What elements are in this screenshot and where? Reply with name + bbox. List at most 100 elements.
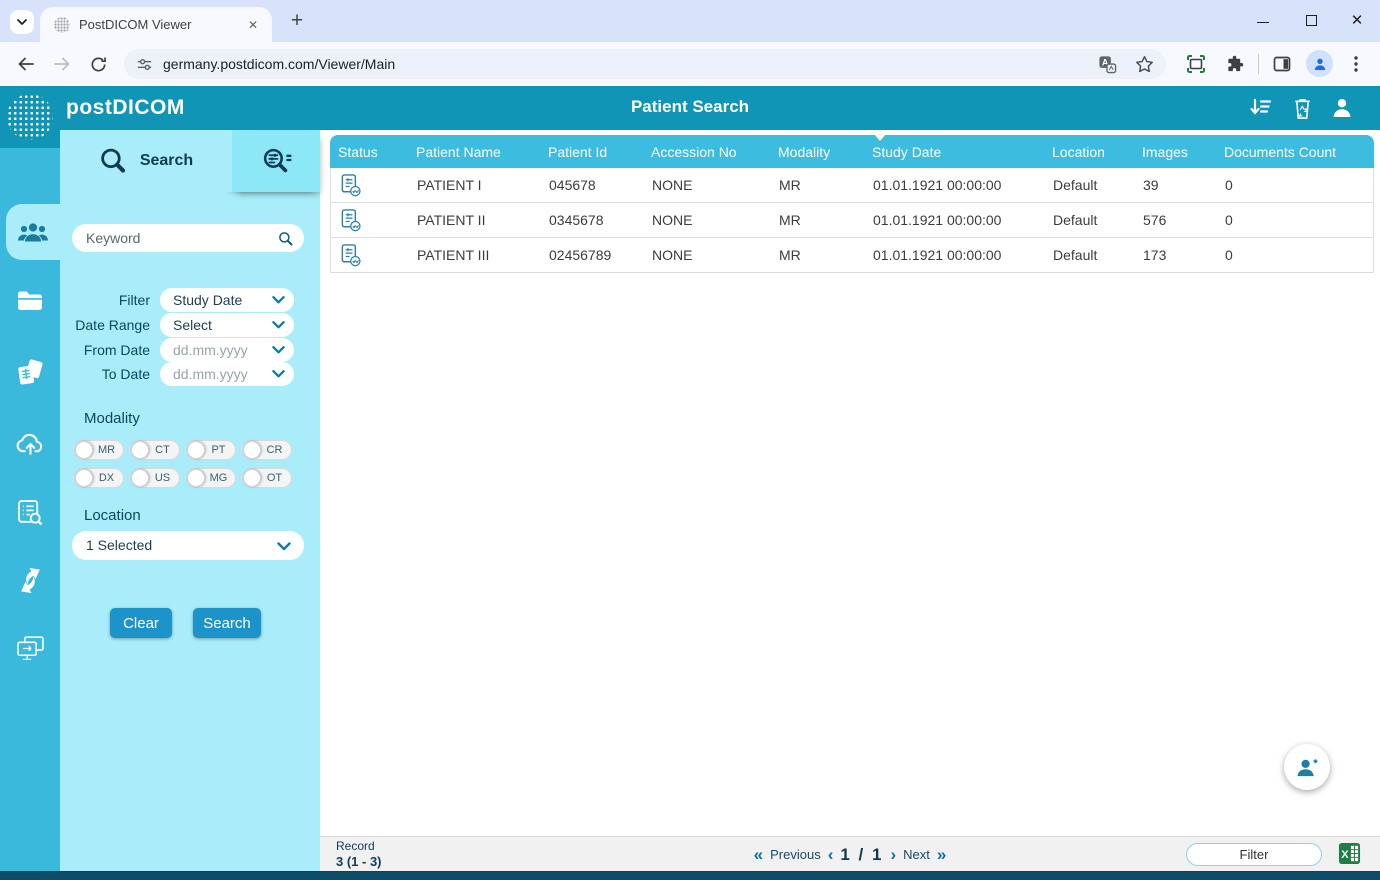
to-date-label: To Date — [72, 366, 160, 382]
modality-label: Modality — [84, 410, 140, 427]
filter-button[interactable]: Filter — [1186, 843, 1322, 866]
sidebar-item-sync[interactable] — [0, 552, 60, 608]
add-patient-fab[interactable] — [1284, 744, 1330, 790]
sort-descending-icon — [874, 134, 886, 141]
screenshot-extension-icon[interactable] — [1184, 52, 1208, 76]
col-documents-count[interactable]: Documents Count — [1216, 135, 1374, 168]
date-range-row: Date Range Select — [72, 313, 304, 337]
new-tab-button[interactable]: + — [284, 9, 310, 35]
keyword-field-wrap — [72, 224, 304, 252]
col-modality[interactable]: Modality — [770, 135, 864, 168]
col-patient-id[interactable]: Patient Id — [540, 135, 643, 168]
sidebar-item-upload[interactable] — [0, 415, 60, 471]
translate-icon[interactable]: A — [1098, 55, 1117, 74]
chevron-down-icon — [277, 542, 291, 551]
browser-menu-kebab-icon[interactable] — [1344, 52, 1368, 76]
toggle-knob — [187, 469, 205, 487]
col-patient-name[interactable]: Patient Name — [408, 135, 540, 168]
export-excel-icon[interactable]: X — [1338, 842, 1361, 865]
from-date-label: From Date — [72, 342, 160, 358]
side-panel-icon[interactable] — [1270, 52, 1294, 76]
modality-toggle-ot[interactable]: OT — [242, 468, 292, 488]
clear-button[interactable]: Clear — [110, 608, 172, 638]
table-row[interactable]: PATIENT II 0345678 NONE MR 01.01.1921 00… — [330, 203, 1374, 238]
to-date-select[interactable]: dd.mm.yyyy — [160, 362, 294, 386]
next-page-link[interactable]: Next — [903, 847, 930, 862]
previous-page-link[interactable]: Previous — [770, 847, 821, 862]
sidebar-item-order-list[interactable] — [0, 484, 60, 540]
tab-search[interactable]: Search — [60, 130, 232, 192]
filter-label: Filter — [72, 292, 160, 308]
toggle-knob — [131, 469, 149, 487]
results-footer: « Previous ‹ 1 / 1 › Next » Record 3 (1 … — [320, 836, 1380, 871]
sidebar-item-patient-cards[interactable] — [0, 344, 60, 400]
tab-close-icon[interactable]: ✕ — [244, 16, 262, 34]
col-status[interactable]: Status — [330, 135, 408, 168]
bookmark-star-icon[interactable] — [1135, 55, 1154, 74]
next-page-icon[interactable]: › — [890, 845, 896, 865]
table-row[interactable]: PATIENT III 02456789 NONE MR 01.01.1921 … — [330, 238, 1374, 273]
window-maximize-button[interactable] — [1296, 8, 1326, 34]
bottom-strip — [0, 871, 1380, 880]
location-select[interactable]: 1 Selected — [72, 531, 304, 560]
modality-toggle-ct[interactable]: CT — [130, 440, 180, 460]
modality-toggle-pt[interactable]: PT — [186, 440, 236, 460]
keyword-search-icon[interactable] — [278, 231, 293, 246]
record-count: Record 3 (1 - 3) — [336, 839, 382, 869]
tab-search-button[interactable] — [10, 10, 34, 34]
date-range-label: Date Range — [72, 317, 160, 333]
modality-toggle-us[interactable]: US — [130, 468, 180, 488]
reload-button[interactable] — [86, 52, 110, 76]
svg-text:X: X — [1341, 849, 1349, 861]
table-row[interactable]: PATIENT I 045678 NONE MR 01.01.1921 00:0… — [330, 168, 1374, 203]
cloud-upload-icon — [15, 431, 46, 456]
folder-icon — [16, 289, 44, 312]
chevron-down-icon — [272, 370, 285, 378]
page-title: Patient Search — [0, 97, 1380, 117]
modality-toggle-mr[interactable]: MR — [74, 440, 124, 460]
last-page-icon[interactable]: » — [937, 845, 946, 865]
location-label: Location — [84, 507, 141, 524]
keyword-input[interactable] — [86, 230, 278, 246]
site-settings-icon[interactable] — [136, 56, 153, 73]
study-status-icon — [339, 173, 364, 198]
toggle-knob — [75, 469, 93, 487]
col-location[interactable]: Location — [1044, 135, 1134, 168]
prev-page-icon[interactable]: ‹ — [828, 845, 834, 865]
browser-profile-avatar[interactable] — [1306, 50, 1333, 77]
toolbar-divider — [1258, 54, 1259, 74]
window-minimize-button[interactable] — [1248, 8, 1278, 34]
modality-toggle-cr[interactable]: CR — [242, 440, 292, 460]
url-text: germany.postdicom.com/Viewer/Main — [163, 56, 1098, 72]
from-date-select[interactable]: dd.mm.yyyy — [160, 338, 294, 362]
date-range-select[interactable]: Select — [160, 313, 294, 337]
sync-arrows-icon — [17, 567, 44, 594]
first-page-icon[interactable]: « — [754, 845, 763, 865]
browser-tab[interactable]: PostDICOM Viewer ✕ — [40, 7, 272, 42]
search-tab-icon — [99, 147, 128, 176]
extensions-puzzle-icon[interactable] — [1222, 52, 1246, 76]
account-user-icon[interactable] — [1328, 94, 1356, 122]
trash-recycle-icon[interactable] — [1288, 94, 1316, 122]
sidebar-item-folders[interactable] — [0, 272, 60, 328]
order-list-search-icon — [17, 499, 44, 526]
patient-cards-icon — [16, 359, 45, 386]
sidebar-item-remote-workstation[interactable] — [0, 620, 60, 676]
col-images[interactable]: Images — [1134, 135, 1216, 168]
col-accession-no[interactable]: Accession No — [643, 135, 770, 168]
filter-select[interactable]: Study Date — [160, 288, 294, 312]
tab-advanced-search[interactable] — [232, 130, 320, 192]
col-study-date[interactable]: Study Date — [864, 135, 1044, 168]
sidebar-item-patients[interactable] — [6, 204, 60, 260]
window-close-button[interactable]: ✕ — [1342, 8, 1372, 34]
patients-icon — [17, 221, 49, 244]
advanced-search-icon — [261, 147, 292, 176]
modality-toggle-dx[interactable]: DX — [74, 468, 124, 488]
sort-list-icon[interactable] — [1246, 94, 1274, 122]
search-button[interactable]: Search — [193, 608, 261, 638]
back-button[interactable] — [14, 52, 38, 76]
modality-toggle-mg[interactable]: MG — [186, 468, 236, 488]
table-header: Status Patient Name Patient Id Accession… — [330, 135, 1374, 168]
url-bar[interactable]: germany.postdicom.com/Viewer/Main A — [124, 49, 1166, 79]
forward-button[interactable] — [50, 52, 74, 76]
